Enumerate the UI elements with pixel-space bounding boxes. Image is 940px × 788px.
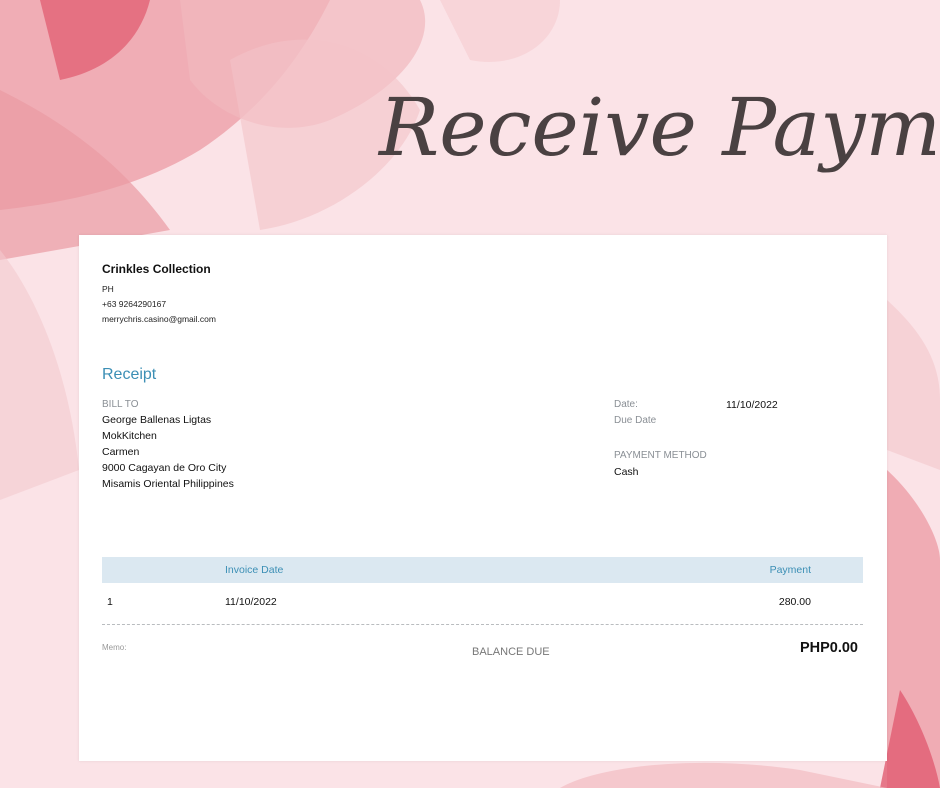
bill-to-line: MokKitchen <box>102 430 157 442</box>
bill-to-label: BILL TO <box>102 399 139 410</box>
date-value: 11/10/2022 <box>726 399 778 411</box>
company-phone: +63 9264290167 <box>102 299 167 309</box>
company-name: Crinkles Collection <box>102 262 211 276</box>
payment-method-value: Cash <box>614 466 639 478</box>
balance-due-label: BALANCE DUE <box>472 646 550 658</box>
divider <box>102 624 863 625</box>
company-email: merrychris.casino@gmail.com <box>102 314 216 324</box>
receipt-document: Crinkles Collection PH +63 9264290167 me… <box>79 235 887 761</box>
company-country: PH <box>102 284 114 294</box>
row-number: 1 <box>107 596 113 608</box>
bill-to-line: George Ballenas Ligtas <box>102 414 212 426</box>
balance-due-value: PHP0.00 <box>799 640 858 656</box>
table-header: Invoice Date Payment <box>102 557 863 583</box>
receipt-title: Receipt <box>102 366 157 383</box>
column-header-payment: Payment <box>769 564 811 576</box>
column-header-invoice-date: Invoice Date <box>225 564 284 576</box>
memo-label: Memo: <box>102 643 127 652</box>
bill-to-line: Misamis Oriental Philippines <box>102 478 234 490</box>
due-date-label: Due Date <box>614 415 657 426</box>
row-invoice-date: 11/10/2022 <box>225 596 277 608</box>
page-heading: Receive Payment <box>377 81 935 174</box>
bill-to-line: Carmen <box>102 446 140 458</box>
date-label: Date: <box>614 399 638 410</box>
bill-to-line: 9000 Cagayan de Oro City <box>102 462 227 474</box>
svg-text:Receive Payment: Receive Payment <box>377 81 935 174</box>
row-payment: 280.00 <box>778 596 811 608</box>
payment-method-label: PAYMENT METHOD <box>614 450 707 461</box>
